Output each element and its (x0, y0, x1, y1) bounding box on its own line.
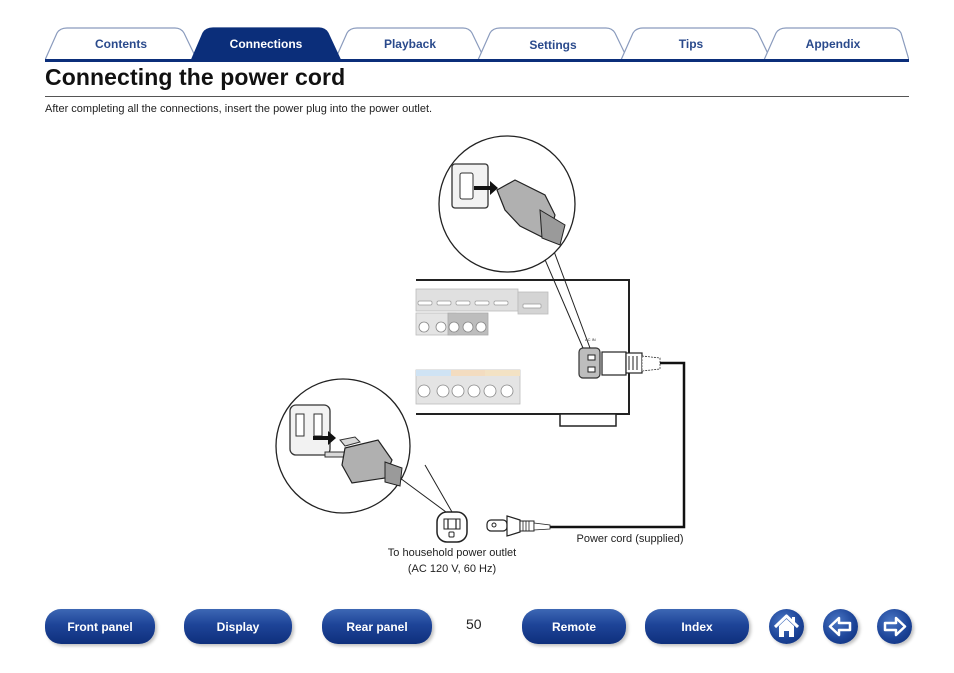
power-plug-icon (486, 515, 551, 537)
outlet-magnified-view (275, 378, 453, 514)
tab-bar-rule (45, 59, 909, 62)
home-button[interactable] (769, 609, 804, 644)
tab-contents[interactable]: Contents (61, 37, 181, 51)
receiver-foot (559, 413, 617, 427)
tab-settings[interactable]: Settings (493, 38, 613, 52)
outlet-label-line1: To household power outlet (387, 547, 517, 559)
tab-appendix[interactable]: Appendix (773, 37, 893, 51)
inlet-magnified-view (438, 135, 591, 349)
display-button[interactable]: Display (184, 609, 292, 644)
ac-in-marking: AC IN (585, 337, 596, 342)
forward-button[interactable] (877, 609, 912, 644)
receiver-rear-panel: AC IN (415, 279, 661, 427)
front-panel-button[interactable]: Front panel (45, 609, 155, 644)
home-icon (773, 614, 800, 637)
page-number: 50 (466, 616, 482, 632)
insert-arrow-icon (474, 181, 498, 195)
tab-connections[interactable]: Connections (206, 37, 326, 51)
power-cord-line (550, 361, 686, 529)
ac-inlet (578, 347, 601, 379)
tab-tips[interactable]: Tips (631, 37, 751, 51)
back-button[interactable] (823, 609, 858, 644)
forward-arrow-icon (883, 616, 907, 637)
page-title: Connecting the power cord (45, 64, 346, 90)
index-button[interactable]: Index (645, 609, 749, 644)
remote-button[interactable]: Remote (522, 609, 626, 644)
rear-panel-button[interactable]: Rear panel (322, 609, 432, 644)
tab-bar: Contents Connections Playback Settings T… (45, 27, 909, 62)
back-arrow-icon (828, 616, 852, 637)
intro-text: After completing all the connections, in… (45, 103, 433, 115)
cord-label: Power cord (supplied) (576, 533, 684, 545)
wall-outlet-icon (436, 511, 468, 543)
title-divider (45, 96, 909, 97)
insert-arrow-icon-2 (313, 431, 336, 445)
outlet-label-line2: (AC 120 V, 60 Hz) (407, 563, 497, 575)
tab-playback[interactable]: Playback (350, 37, 470, 51)
